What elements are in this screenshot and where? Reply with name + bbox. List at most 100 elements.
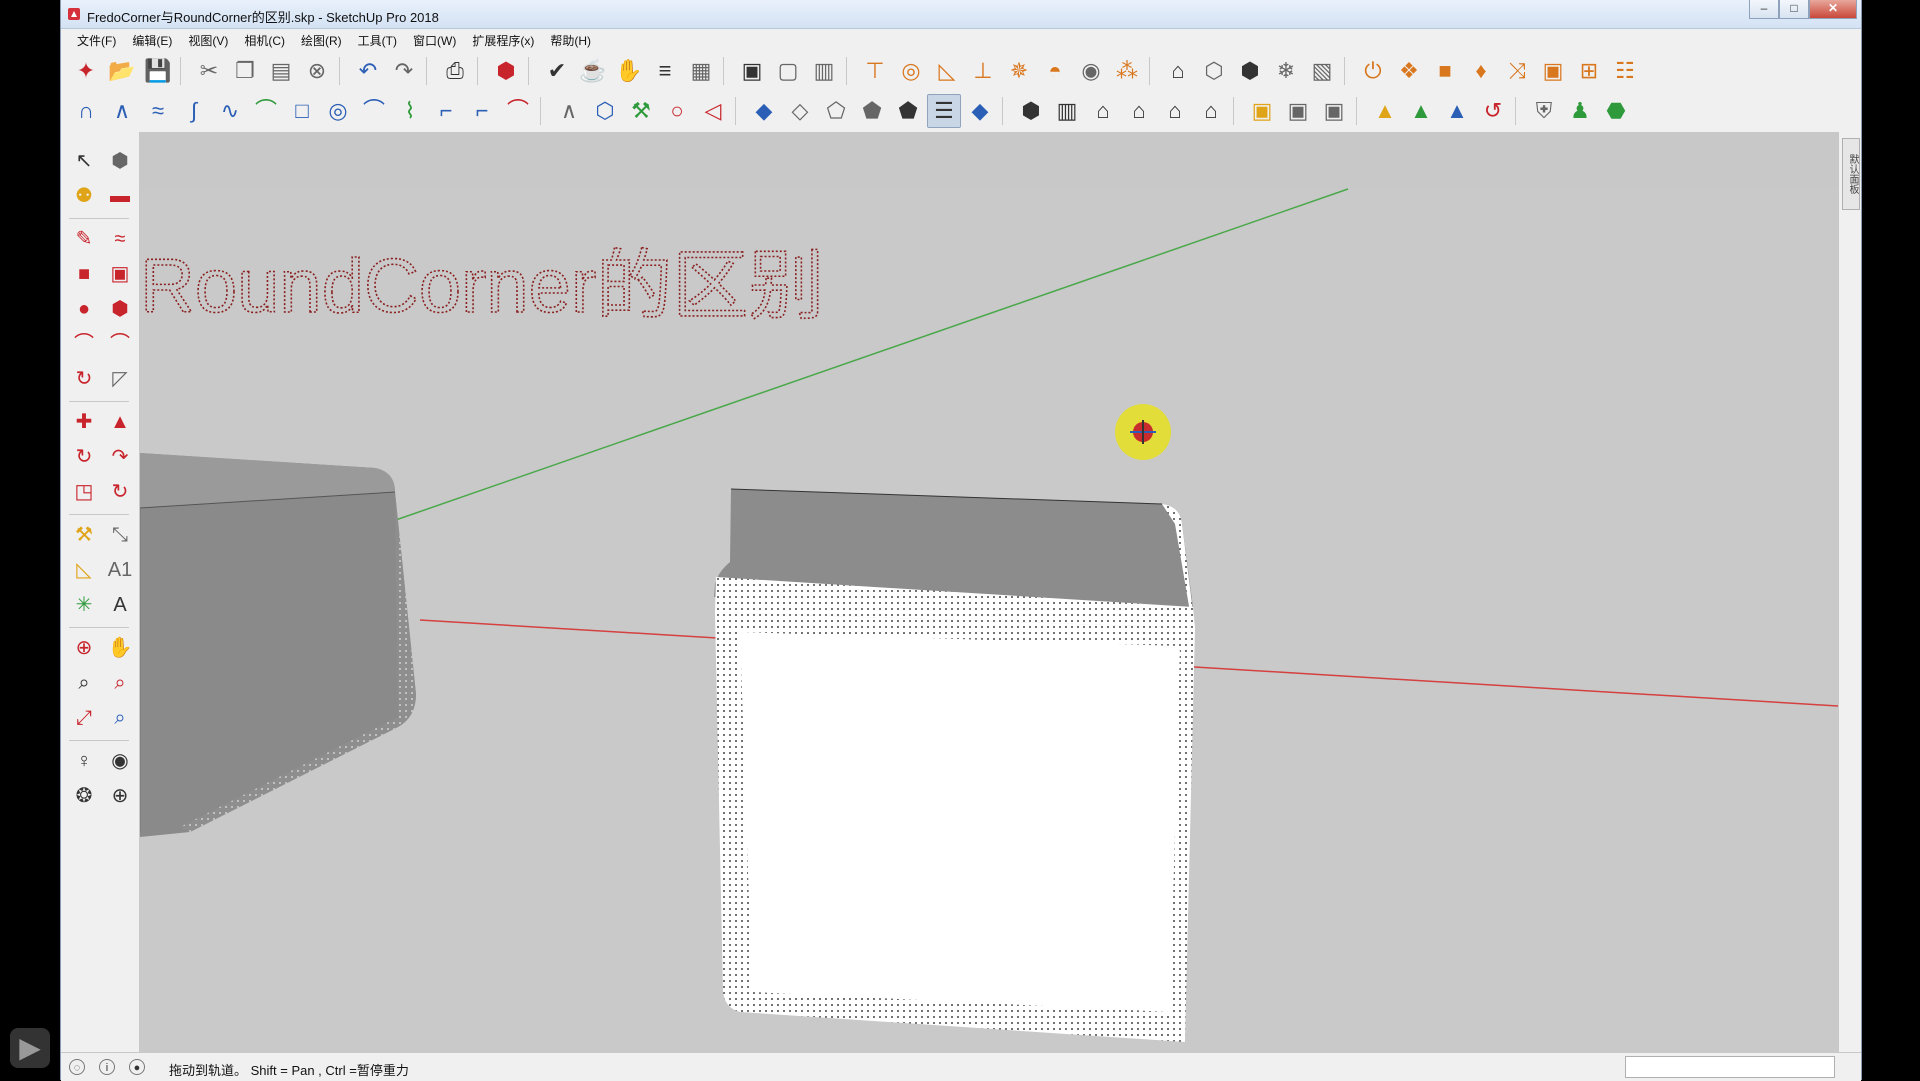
cut-icon[interactable]: ✂: [192, 54, 226, 88]
left-view-icon[interactable]: ⌂: [1194, 94, 1228, 128]
text-tool-icon[interactable]: A1: [103, 553, 137, 587]
component-icon[interactable]: ▣: [1245, 94, 1279, 128]
curve-icon[interactable]: ∿: [213, 94, 247, 128]
person-icon[interactable]: ♟: [1563, 94, 1597, 128]
measurements-box[interactable]: [1625, 1056, 1835, 1078]
3d-text-icon[interactable]: A: [103, 588, 137, 622]
undo-icon[interactable]: ↶: [351, 54, 385, 88]
component2-icon[interactable]: ▣: [1281, 94, 1315, 128]
menu-item-1[interactable]: 编辑(E): [124, 32, 180, 49]
select-tool-icon[interactable]: ↖: [67, 144, 101, 178]
menu-item-0[interactable]: 文件(F): [69, 32, 124, 49]
arc-red-icon[interactable]: ⌒: [501, 94, 535, 128]
arc-tool-icon[interactable]: ⌒: [67, 327, 101, 361]
shield-icon[interactable]: ⛨: [1527, 94, 1561, 128]
warehouse-blue-icon[interactable]: ▲: [1440, 94, 1474, 128]
hook2-icon[interactable]: ⌐: [465, 94, 499, 128]
add-frame-icon[interactable]: ⊞: [1572, 54, 1606, 88]
arc-icon[interactable]: ⌒: [357, 94, 391, 128]
extension12-icon[interactable]: ❄: [1269, 54, 1303, 88]
window2-icon[interactable]: ▢: [771, 54, 805, 88]
extension10-icon[interactable]: ⬡: [1197, 54, 1231, 88]
axes-tool-icon[interactable]: ✳: [67, 588, 101, 622]
component3-icon[interactable]: ▣: [1317, 94, 1351, 128]
save-icon[interactable]: 💾: [141, 54, 175, 88]
circle-tool-icon[interactable]: ●: [67, 292, 101, 326]
right-box[interactable]: [714, 488, 1195, 1042]
freehand-tool-icon[interactable]: ≈: [103, 222, 137, 256]
frame-icon[interactable]: ▣: [1536, 54, 1570, 88]
dimension-icon[interactable]: ⤡: [103, 518, 137, 552]
user-icon[interactable]: ●: [129, 1059, 145, 1075]
print-icon[interactable]: ⎙: [438, 54, 472, 88]
spline-icon[interactable]: ∫: [177, 94, 211, 128]
tape-measure-icon[interactable]: ⚒: [67, 518, 101, 552]
model-info-icon[interactable]: ⬢: [489, 54, 523, 88]
wrench-icon[interactable]: ⚒: [624, 94, 658, 128]
spiral-icon[interactable]: ◎: [321, 94, 355, 128]
front-view-icon[interactable]: ⌂: [1086, 94, 1120, 128]
paste-icon[interactable]: ▤: [264, 54, 298, 88]
minimize-button[interactable]: –: [1749, 0, 1779, 19]
menu-item-7[interactable]: 扩展程序(x): [464, 32, 542, 49]
warehouse-green-icon[interactable]: ▲: [1404, 94, 1438, 128]
extension9-icon[interactable]: ⌂: [1161, 54, 1195, 88]
style-shaded-icon[interactable]: ⬟: [855, 94, 889, 128]
warehouse-red-icon[interactable]: ↺: [1476, 94, 1510, 128]
zoom-tool-icon[interactable]: ⌕: [67, 666, 101, 700]
rectangle-icon[interactable]: □: [285, 94, 319, 128]
component-tool-icon[interactable]: ⬢: [103, 144, 137, 178]
geo-location-icon[interactable]: ◌: [69, 1059, 85, 1075]
extension8-icon[interactable]: ⁂: [1110, 54, 1144, 88]
push-pull-icon[interactable]: ▲: [103, 405, 137, 439]
freehand-icon[interactable]: ≈: [141, 94, 175, 128]
layout-icon[interactable]: ▦: [684, 54, 718, 88]
iso-view-icon[interactable]: ⬢: [1014, 94, 1048, 128]
info-icon[interactable]: i: [99, 1059, 115, 1075]
arc-green-icon[interactable]: ⌒: [249, 94, 283, 128]
extension14-icon[interactable]: ❖: [1392, 54, 1426, 88]
rotated-rect-icon[interactable]: ▣: [103, 257, 137, 291]
move-tool-icon[interactable]: ✚: [67, 405, 101, 439]
model-canvas[interactable]: RoundCorner的区别: [140, 132, 1838, 1052]
zoom-window-icon[interactable]: ⌕: [103, 666, 137, 700]
position-camera-icon[interactable]: ♀: [67, 744, 101, 778]
comment-icon[interactable]: ☷: [1608, 54, 1642, 88]
section-plane-icon[interactable]: ⊕: [103, 779, 137, 813]
warehouse-icon[interactable]: ▲: [1368, 94, 1402, 128]
copy-icon[interactable]: ❐: [228, 54, 262, 88]
menu-item-6[interactable]: 窗口(W): [405, 32, 464, 49]
eraser-icon[interactable]: ▬: [103, 179, 137, 213]
paint-bucket-icon[interactable]: ⚉: [67, 179, 101, 213]
sandbox-icon[interactable]: ⬣: [1599, 94, 1633, 128]
model-3d-text[interactable]: RoundCorner的区别: [140, 243, 825, 330]
zoom-extents-icon[interactable]: ⤢: [67, 701, 101, 735]
follow-me-icon[interactable]: ↷: [103, 440, 137, 474]
maximize-button[interactable]: □: [1779, 0, 1809, 19]
orbit-tool-icon[interactable]: ⊕: [67, 631, 101, 665]
bezier-icon[interactable]: ∩: [69, 94, 103, 128]
polygon-tool-icon[interactable]: ⬢: [103, 292, 137, 326]
walk-icon[interactable]: ❂: [67, 779, 101, 813]
window-icon[interactable]: ▣: [735, 54, 769, 88]
power-icon[interactable]: ⏻: [1356, 54, 1390, 88]
extension6-icon[interactable]: ◓: [1038, 54, 1072, 88]
protractor-icon[interactable]: ◺: [67, 553, 101, 587]
align-icon[interactable]: ≡: [648, 54, 682, 88]
extension3-icon[interactable]: ◺: [930, 54, 964, 88]
circle-icon[interactable]: ○: [660, 94, 694, 128]
menu-item-5[interactable]: 工具(T): [350, 32, 405, 49]
pie-icon[interactable]: ◸: [103, 362, 137, 396]
polyline-icon[interactable]: ∧: [105, 94, 139, 128]
2pt-arc-icon[interactable]: ⌒: [103, 327, 137, 361]
menu-item-8[interactable]: 帮助(H): [542, 32, 599, 49]
extension4-icon[interactable]: ⊥: [966, 54, 1000, 88]
look-around-icon[interactable]: ◉: [103, 744, 137, 778]
redo-icon[interactable]: ↷: [387, 54, 421, 88]
validity-check-icon[interactable]: ✔: [540, 54, 574, 88]
teapot-hand-icon[interactable]: ✋: [612, 54, 646, 88]
extension7-icon[interactable]: ◉: [1074, 54, 1108, 88]
style-color-icon[interactable]: ◆: [963, 94, 997, 128]
menu-item-2[interactable]: 视图(V): [180, 32, 236, 49]
teapot-icon[interactable]: ☕: [576, 54, 610, 88]
